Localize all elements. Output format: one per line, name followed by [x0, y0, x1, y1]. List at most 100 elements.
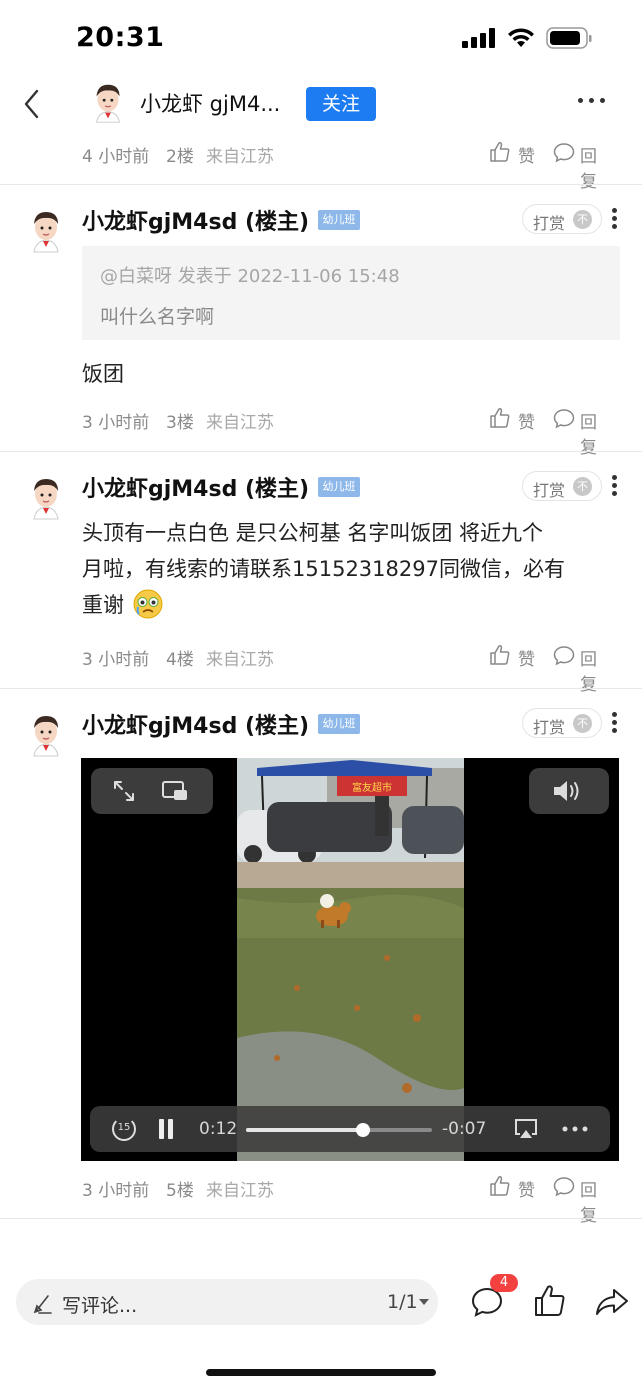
post-time: 3 小时前 — [82, 413, 150, 433]
post-author[interactable]: 小龙虾gjM4sd (楼主) — [82, 204, 309, 236]
like-label: 赞 — [518, 413, 535, 433]
tip-button[interactable]: 打赏 不 — [522, 471, 602, 501]
post-time: 3 小时前 — [82, 650, 150, 670]
video-progress-slider[interactable] — [246, 1123, 432, 1137]
video-player[interactable]: 富友超市 15 0:12 -0:07 — [81, 758, 619, 1161]
post-content: 头顶有一点白色 是只公柯基 名字叫饭团 将近九个 月啦，有线索的请联系15152… — [82, 515, 622, 623]
video-remaining-time: -0:07 — [442, 1119, 487, 1139]
battery-icon — [546, 27, 592, 49]
thumbs-up-icon — [490, 407, 510, 428]
comment-input[interactable]: 写评论... 1/1 — [16, 1279, 438, 1325]
like-label: 赞 — [518, 650, 535, 670]
more-options-icon[interactable] — [578, 98, 606, 106]
quote-text: 叫什么名字啊 — [100, 306, 215, 328]
post-floor: 5楼 — [166, 1181, 194, 1201]
content-line: 月啦，有线索的请联系15152318297同微信，必有 — [82, 557, 565, 581]
share-arrow-icon[interactable] — [594, 1286, 630, 1318]
status-time: 20:31 — [76, 22, 165, 53]
post-menu-icon[interactable] — [612, 712, 618, 734]
post-author[interactable]: 小龙虾gjM4sd (楼主) — [82, 708, 309, 740]
back-arrow-icon[interactable] — [20, 88, 44, 120]
divider — [0, 451, 642, 452]
caret-down-icon[interactable] — [419, 1298, 429, 1306]
tip-label: 打赏 — [533, 718, 566, 737]
airplay-icon[interactable] — [513, 1117, 539, 1141]
post-floor-3: 小龙虾gjM4sd (楼主) 幼儿班 打赏 不 @白菜呀 发表于 2022-11… — [0, 186, 642, 458]
tip-label: 打赏 — [533, 214, 566, 233]
thumbs-up-icon[interactable] — [532, 1283, 568, 1319]
skip-back-button[interactable]: 15 — [112, 1117, 136, 1141]
status-bar: 20:31 — [0, 0, 642, 76]
post-menu-icon[interactable] — [612, 475, 618, 497]
cellular-signal-icon — [462, 28, 496, 48]
tearful-emoji-icon — [133, 589, 163, 619]
tip-coin-icon: 不 — [573, 210, 592, 229]
thumbs-up-icon — [490, 141, 510, 162]
page-indicator[interactable]: 1/1 — [387, 1291, 418, 1313]
fullscreen-icon[interactable] — [111, 778, 137, 804]
picture-in-picture-icon[interactable] — [161, 779, 189, 803]
like-label: 赞 — [518, 1181, 535, 1201]
avatar[interactable] — [26, 473, 66, 521]
avatar[interactable] — [88, 80, 128, 126]
home-indicator — [206, 1369, 436, 1376]
reply-bubble-icon — [553, 1177, 575, 1197]
divider — [0, 184, 642, 185]
post-time: 3 小时前 — [82, 1181, 150, 1201]
post-location: 来自江苏 — [206, 650, 274, 670]
wifi-icon — [508, 28, 534, 47]
follow-button[interactable]: 关注 — [306, 87, 376, 121]
post-menu-icon[interactable] — [612, 208, 618, 230]
post-floor: 4楼 — [166, 650, 194, 670]
like-label: 赞 — [518, 147, 535, 167]
post-meta-row: 3 小时前 4楼 来自江苏 赞 回复 — [82, 641, 622, 695]
video-top-left-controls — [91, 768, 213, 814]
post-location: 来自江苏 — [206, 413, 274, 433]
post-floor-4: 小龙虾gjM4sd (楼主) 幼儿班 打赏 不 头顶有一点白色 是只公柯基 名字… — [0, 453, 642, 695]
content-line: 头顶有一点白色 是只公柯基 名字叫饭团 将近九个 — [82, 521, 544, 545]
post-location: 来自江苏 — [206, 1181, 274, 1201]
post-meta-row: 3 小时前 5楼 来自江苏 赞 回复 — [82, 1172, 622, 1226]
content-line-text: 重谢 — [82, 593, 124, 617]
post-time: 4 小时前 — [82, 147, 150, 167]
reply-bubble-icon — [553, 646, 575, 666]
header-username[interactable]: 小龙虾 gjM4... — [140, 88, 280, 118]
skip-back-seconds: 15 — [117, 1122, 131, 1133]
video-progress-knob[interactable] — [356, 1123, 371, 1137]
video-current-time: 0:12 — [199, 1119, 238, 1139]
level-badge: 幼儿班 — [318, 210, 360, 230]
tip-label: 打赏 — [533, 481, 566, 500]
post-meta-row: 4 小时前 2楼 来自江苏 赞 回复 — [82, 138, 622, 192]
thumbs-up-icon — [490, 644, 510, 665]
post-floor-5: 小龙虾gjM4sd (楼主) 幼儿班 打赏 不 富友超市 15 0:12 -0:… — [0, 690, 642, 1226]
volume-button[interactable] — [529, 768, 609, 814]
comment-placeholder: 写评论... — [62, 1295, 138, 1317]
thumbs-up-icon — [490, 1175, 510, 1196]
pause-icon[interactable] — [156, 1118, 176, 1140]
tip-button[interactable]: 打赏 不 — [522, 204, 602, 234]
video-more-icon[interactable] — [562, 1126, 588, 1132]
level-badge: 幼儿班 — [318, 477, 360, 497]
avatar[interactable] — [26, 710, 66, 758]
video-frame: 富友超市 — [237, 758, 464, 1161]
nav-header: 小龙虾 gjM4... 关注 — [0, 76, 642, 132]
video-controls-bar: 15 0:12 -0:07 — [90, 1106, 610, 1152]
divider — [0, 688, 642, 689]
post-location: 来自江苏 — [206, 147, 274, 167]
comment-count-badge: 4 — [490, 1274, 518, 1292]
post-author[interactable]: 小龙虾gjM4sd (楼主) — [82, 471, 309, 503]
tip-button[interactable]: 打赏 不 — [522, 708, 602, 738]
post-floor: 2楼 — [166, 147, 194, 167]
post-floor: 3楼 — [166, 413, 194, 433]
avatar[interactable] — [26, 206, 66, 254]
reply-bubble-icon — [553, 143, 575, 163]
divider — [0, 1218, 642, 1219]
quoted-reply[interactable]: @白菜呀 发表于 2022-11-06 15:48 叫什么名字啊 — [82, 246, 620, 340]
content-line: 重谢 — [82, 587, 622, 623]
level-badge: 幼儿班 — [318, 714, 360, 734]
tip-coin-icon: 不 — [573, 477, 592, 496]
shop-sign-text: 富友超市 — [352, 781, 392, 794]
tip-coin-icon: 不 — [573, 714, 592, 733]
speaker-icon — [554, 781, 579, 801]
reply-bubble-icon — [553, 409, 575, 429]
